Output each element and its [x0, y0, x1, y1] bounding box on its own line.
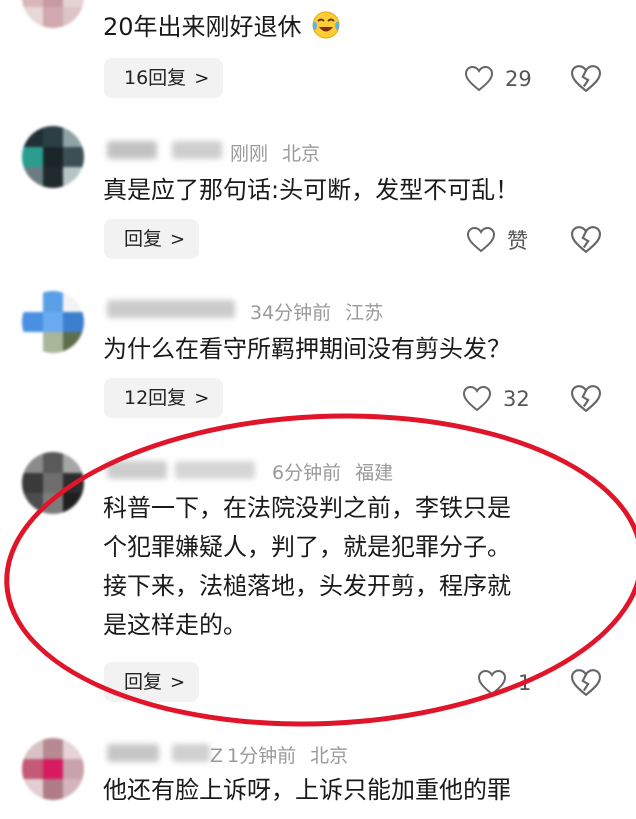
like-button[interactable]: 29 — [465, 64, 532, 94]
laughing-crying-emoji-icon — [312, 11, 340, 39]
username-redacted — [175, 461, 255, 479]
comment-text: 为什么在看守所羁押期间没有剪头发？ — [103, 335, 511, 363]
chevron-right-icon: > — [194, 68, 210, 89]
comment-text: 科普一下，在法院没判之前，李铁只是 个犯罪嫌疑人，判了，就是犯罪分子。 接下来，… — [103, 494, 511, 639]
username-redacted — [172, 141, 222, 159]
like-count: 1 — [518, 671, 532, 695]
like-button[interactable]: 1 — [478, 668, 531, 698]
chevron-right-icon: > — [170, 672, 186, 693]
heart-icon — [463, 386, 491, 412]
comment-text: 真是应了那句话:头可断，发型不可乱！ — [103, 176, 520, 204]
heart-icon — [465, 66, 493, 92]
broken-heart-icon[interactable] — [571, 384, 601, 414]
like-count: 赞 — [507, 229, 528, 253]
avatar[interactable] — [22, 452, 84, 514]
reply-button[interactable]: 12回复 > — [104, 378, 224, 418]
broken-heart-icon[interactable] — [571, 225, 601, 255]
comment-meta: 刚刚 北京 — [230, 143, 321, 165]
username-redacted — [172, 744, 210, 762]
comment-meta: Z 1分钟前 北京 — [210, 745, 349, 767]
comment-text: 他还有脸上诉呀，上诉只能加重他的罪 — [103, 776, 511, 804]
avatar[interactable] — [22, 0, 84, 28]
avatar[interactable] — [22, 291, 84, 353]
like-count: 29 — [505, 67, 532, 91]
heart-icon — [467, 227, 495, 253]
comment-meta: 6分钟前 福建 — [272, 462, 394, 484]
comment-meta: 34分钟前 江苏 — [250, 302, 384, 324]
broken-heart-icon[interactable] — [571, 668, 601, 698]
heart-icon — [478, 670, 506, 696]
reply-button[interactable]: 回复 > — [104, 219, 200, 259]
avatar[interactable] — [22, 126, 84, 188]
username-redacted — [107, 744, 159, 762]
username-redacted — [107, 461, 167, 479]
like-count: 32 — [503, 387, 530, 411]
comment-text: 20年出来刚好退休 — [103, 8, 341, 46]
chevron-right-icon: > — [170, 229, 186, 250]
broken-heart-icon[interactable] — [571, 64, 601, 94]
reply-button[interactable]: 回复 > — [104, 662, 200, 702]
reply-button[interactable]: 16回复 > — [104, 58, 224, 98]
username-redacted — [107, 141, 157, 159]
like-button[interactable]: 32 — [463, 384, 530, 414]
chevron-right-icon: > — [194, 388, 210, 409]
avatar[interactable] — [22, 738, 84, 800]
like-button[interactable]: 赞 — [467, 225, 528, 255]
username-redacted — [107, 300, 235, 318]
